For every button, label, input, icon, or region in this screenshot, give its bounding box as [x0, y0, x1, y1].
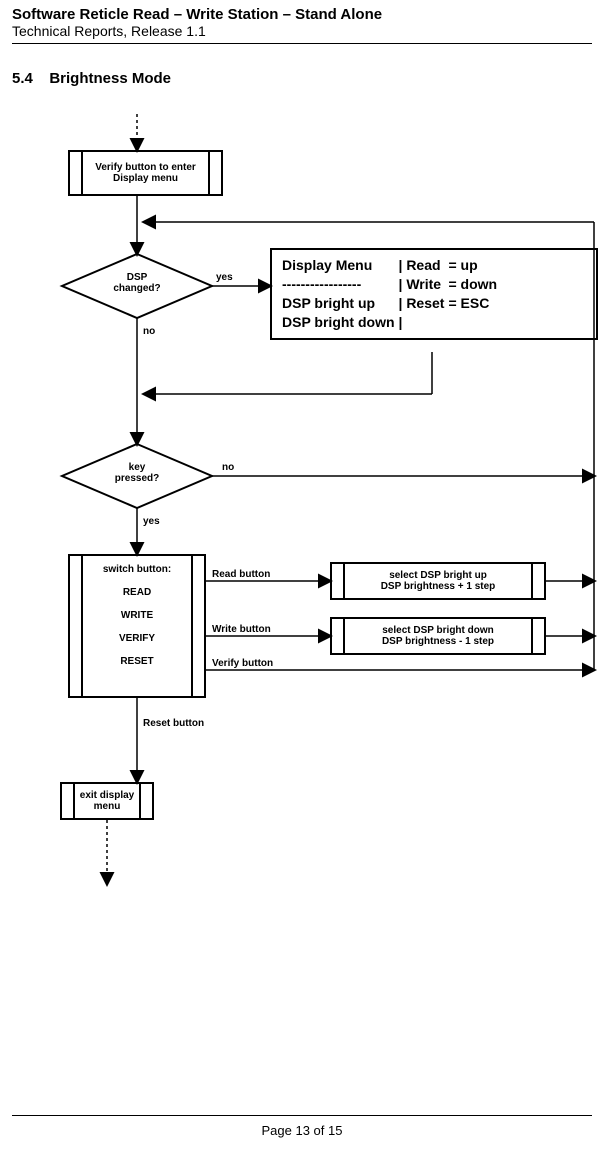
dm-r2c1: DSP bright up — [282, 294, 399, 313]
process-verify-entry-l1: Verify button to enter — [95, 162, 196, 173]
dm-r0c3: = up — [448, 256, 501, 275]
decision-dsp-l1: DSP — [127, 272, 148, 283]
process-exit-menu: exit display menu — [60, 782, 154, 820]
display-menu-panel: Display Menu| Read= up -----------------… — [270, 248, 598, 340]
decision-key-pressed: key pressed? — [97, 462, 177, 484]
section-number: 5.4 — [12, 70, 33, 87]
bright-up-l2: DSP brightness + 1 step — [381, 581, 496, 592]
display-menu-table: Display Menu| Read= up -----------------… — [282, 256, 501, 332]
dm-r2c2: | Reset — [399, 294, 449, 313]
page-footer: Page 13 of 15 — [0, 1123, 604, 1138]
bright-down-l1: select DSP bright down — [382, 625, 494, 636]
dm-r0c2: | Read — [399, 256, 449, 275]
label-reset-button: Reset button — [143, 718, 204, 729]
label-no-2: no — [222, 462, 234, 473]
label-yes-1: yes — [216, 272, 233, 283]
label-verify-button: Verify button — [212, 658, 273, 669]
exit-l1: exit display — [80, 790, 134, 801]
decision-key-l2: pressed? — [115, 473, 159, 484]
header-subtitle: Technical Reports, Release 1.1 — [12, 23, 592, 39]
switch-button-box: switch button: READ WRITE VERIFY RESET — [68, 554, 206, 698]
dm-r1c2: | Write — [399, 275, 449, 294]
label-no-1: no — [143, 326, 155, 337]
label-write-button: Write button — [212, 624, 271, 635]
footer-rule — [12, 1115, 592, 1116]
switch-item-reset: RESET — [70, 656, 204, 667]
dm-r3c3 — [448, 313, 501, 332]
switch-title: switch button: — [70, 564, 204, 575]
process-verify-entry: Verify button to enter Display menu — [68, 150, 223, 196]
switch-item-write: WRITE — [70, 610, 204, 621]
dm-r3c2: | — [399, 313, 449, 332]
dm-r0c1: Display Menu — [282, 256, 399, 275]
decision-key-l1: key — [129, 462, 146, 473]
label-read-button: Read button — [212, 569, 270, 580]
switch-item-read: READ — [70, 587, 204, 598]
process-verify-entry-l2: Display menu — [113, 173, 178, 184]
section-title: Brightness Mode — [49, 70, 171, 87]
switch-item-verify: VERIFY — [70, 633, 204, 644]
header-title: Software Reticle Read – Write Station – … — [12, 6, 592, 23]
decision-dsp-l2: changed? — [113, 283, 160, 294]
bright-down-l2: DSP brightness - 1 step — [382, 636, 494, 647]
exit-l2: menu — [94, 801, 121, 812]
process-bright-up: select DSP bright up DSP brightness + 1 … — [330, 562, 546, 600]
process-bright-down: select DSP bright down DSP brightness - … — [330, 617, 546, 655]
dm-r2c3: = ESC — [448, 294, 501, 313]
dm-r3c1: DSP bright down — [282, 313, 399, 332]
dm-r1c3: = down — [448, 275, 501, 294]
dm-r1c1: ----------------- — [282, 275, 399, 294]
label-yes-2: yes — [143, 516, 160, 527]
header-rule — [12, 43, 592, 44]
decision-dsp-changed: DSP changed? — [97, 272, 177, 294]
bright-up-l1: select DSP bright up — [389, 570, 487, 581]
flowchart-diagram: Verify button to enter Display menu DSP … — [12, 114, 602, 934]
